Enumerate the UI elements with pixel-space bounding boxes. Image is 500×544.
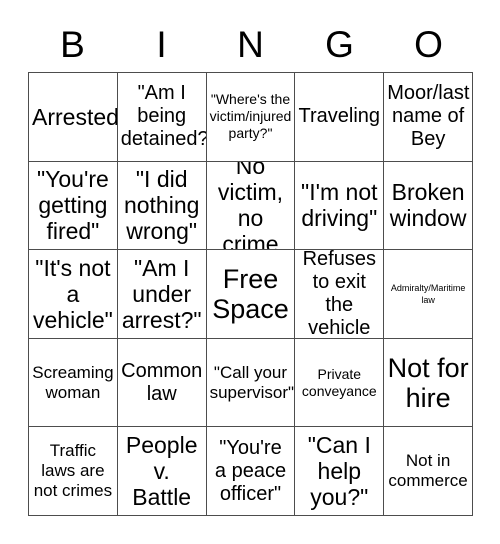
bingo-cell[interactable]: Not for hire: [384, 338, 473, 428]
header-letter-n: N: [237, 24, 264, 65]
bingo-cell-label: Refuses to exit the vehicle: [302, 250, 376, 339]
bingo-cell-label: "Call your supervisor": [209, 362, 295, 402]
bingo-cell-label: "Where's the victim/injured party?": [209, 91, 292, 142]
bingo-cell-label: Free Space: [212, 263, 289, 324]
bingo-cell[interactable]: "Am I under arrest?": [117, 250, 207, 339]
bingo-cell[interactable]: "You're a peace officer": [206, 427, 296, 516]
bingo-cell-label: Not for hire: [387, 352, 469, 413]
header-letter-g: G: [325, 24, 354, 65]
bingo-card: B I N G O Arrested "Am I being detained?…: [0, 0, 500, 544]
bingo-cell[interactable]: "Am I being detained?": [117, 73, 207, 162]
bingo-cell[interactable]: "I'm not driving": [295, 161, 385, 251]
bingo-cell[interactable]: "You're getting fired": [29, 161, 118, 251]
bingo-cell[interactable]: Not in commerce: [384, 427, 473, 516]
bingo-cell-label: Broken window: [389, 179, 467, 232]
bingo-cell-label: "I did nothing wrong": [123, 166, 200, 245]
bingo-cell-label: Screaming woman: [32, 362, 114, 402]
header-letter-i: I: [156, 24, 167, 65]
bingo-cell-label: Traveling: [298, 105, 381, 128]
header-letter-o: O: [414, 24, 443, 65]
bingo-grid: Arrested "Am I being detained?" "Where's…: [28, 72, 473, 516]
bingo-cell[interactable]: Traveling: [295, 73, 385, 162]
bingo-cell-label: Common law: [121, 359, 203, 405]
bingo-cell[interactable]: Arrested: [29, 73, 118, 162]
bingo-cell-label: Traffic laws are not crimes: [33, 441, 113, 501]
bingo-cell[interactable]: Traffic laws are not crimes: [29, 427, 118, 516]
bingo-cell-label: Moor/last name of Bey: [387, 82, 470, 151]
bingo-cell-label: "You're a peace officer": [214, 436, 287, 505]
bingo-cell-label: Not in commerce: [388, 451, 468, 491]
bingo-cell-label: Admiralty/Maritime law: [390, 282, 466, 305]
bingo-cell-label: Private conveyance: [301, 365, 377, 399]
bingo-cell-label: "It's not a vehicle": [33, 254, 113, 333]
bingo-cell[interactable]: Screaming woman: [29, 338, 118, 428]
bingo-cell[interactable]: "It's not a vehicle": [29, 250, 118, 339]
bingo-cell[interactable]: Common law: [117, 338, 207, 428]
bingo-cell-label: People v. Battle: [125, 432, 198, 511]
bingo-cell-label: "Am I under arrest?": [121, 254, 202, 333]
bingo-cell[interactable]: "I did nothing wrong": [117, 161, 207, 251]
bingo-cell-free-space[interactable]: Free Space: [206, 250, 296, 339]
bingo-cell[interactable]: Broken window: [384, 161, 473, 251]
bingo-cell-label: "Can I help you?": [307, 432, 371, 511]
bingo-cell[interactable]: "Call your supervisor": [206, 338, 296, 428]
bingo-cell-label: "I'm not driving": [301, 179, 378, 232]
bingo-cell-label: "You're getting fired": [36, 166, 109, 245]
bingo-cell-label: No victim, no crime: [217, 161, 284, 251]
bingo-cell[interactable]: Refuses to exit the vehicle: [295, 250, 385, 339]
bingo-header: B I N G O: [28, 20, 473, 70]
bingo-cell-label: Arrested: [32, 103, 118, 130]
bingo-cell-label: "Am I being detained?": [120, 82, 207, 151]
bingo-cell[interactable]: Moor/last name of Bey: [384, 73, 473, 162]
bingo-cell[interactable]: No victim, no crime: [206, 161, 296, 251]
bingo-cell[interactable]: Admiralty/Maritime law: [384, 250, 473, 339]
bingo-cell[interactable]: "Can I help you?": [295, 427, 385, 516]
header-letter-b: B: [60, 24, 85, 65]
bingo-cell[interactable]: Private conveyance: [295, 338, 385, 428]
bingo-cell[interactable]: People v. Battle: [117, 427, 207, 516]
bingo-cell[interactable]: "Where's the victim/injured party?": [206, 73, 296, 162]
